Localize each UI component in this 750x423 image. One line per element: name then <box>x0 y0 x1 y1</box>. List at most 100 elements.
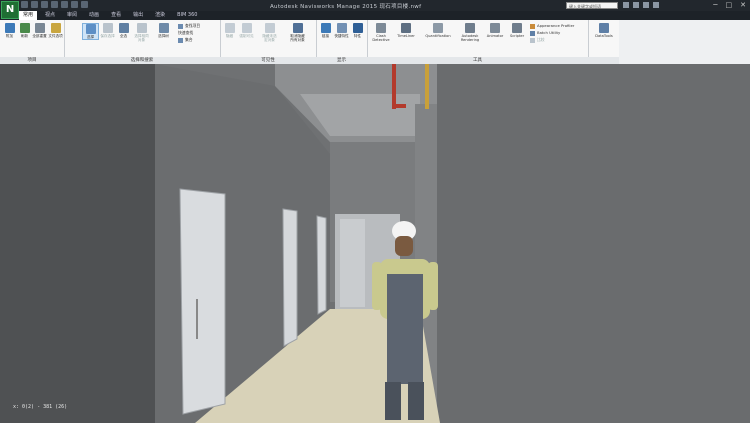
hide-button[interactable]: 隐藏 <box>222 23 237 38</box>
datatools-button[interactable]: DataTools <box>594 23 614 38</box>
coordinates-readout: x: 0(2) - 381 (26) <box>13 404 68 410</box>
tab-view[interactable]: 查看 <box>107 11 125 20</box>
ribbon: 附加 刷新 全部重置 文件选项 项目 选择 保存选择 全选 选择相同对象 选择树… <box>0 20 620 65</box>
clash-detective-icon <box>376 23 386 33</box>
panel-visibility: 隐藏 强制可见 隐藏未选定对象 取消隐藏所有对象 可见性 <box>220 20 317 64</box>
unhide-all-icon <box>292 23 303 33</box>
redo-icon[interactable] <box>61 1 68 8</box>
door-1 <box>179 188 226 415</box>
user-icon[interactable] <box>633 2 639 8</box>
application-button[interactable]: N <box>1 1 19 19</box>
selection-tree-button[interactable]: 选择树 <box>156 23 171 38</box>
print-icon[interactable] <box>41 1 48 8</box>
find-items-icon <box>178 23 183 29</box>
near-left-wall <box>0 64 155 423</box>
quantification-button[interactable]: Quantification <box>420 23 456 38</box>
red-pipe <box>392 64 396 109</box>
scripter-button[interactable]: Scripter <box>507 23 527 38</box>
properties-icon <box>352 23 363 33</box>
sets-icon <box>178 37 183 43</box>
animator-icon <box>490 23 500 33</box>
file-options-icon <box>50 23 61 33</box>
door-3 <box>316 215 327 315</box>
door-2 <box>282 208 298 347</box>
timeliner-button[interactable]: TimeLiner <box>394 23 418 38</box>
search-input[interactable]: 键入关键字或短语 <box>566 2 618 9</box>
title-bar: Autodesk Navisworks Manage 2015 现石项目楼.nw… <box>0 0 750 11</box>
select-button[interactable]: 选择 <box>82 23 99 41</box>
appearance-profiler-icon <box>530 23 535 29</box>
panel-tools: Clash Detective TimeLiner Quantification… <box>367 20 589 64</box>
quantification-icon <box>433 23 443 33</box>
refresh-button[interactable]: 刷新 <box>17 23 32 38</box>
refresh-icon <box>19 23 30 33</box>
timeliner-icon <box>401 23 411 33</box>
appearance-profiler-button[interactable]: Appearance Profiler <box>530 23 574 29</box>
autodesk-rendering-button[interactable]: Autodesk Rendering <box>457 23 483 42</box>
restore-icon[interactable]: □ <box>726 1 733 9</box>
viewport-3d[interactable]: x: 0(2) - 381 (26) <box>0 64 750 423</box>
open-icon[interactable] <box>21 1 28 8</box>
require-button[interactable]: 强制可见 <box>239 23 254 38</box>
tab-home[interactable]: 常用 <box>19 11 38 20</box>
select-all-button[interactable]: 全选 <box>116 23 131 38</box>
select-all-icon <box>118 23 129 33</box>
tab-review[interactable]: 审阅 <box>63 11 81 20</box>
window-controls: ─ □ ✕ <box>713 1 746 9</box>
panel-label-visibility: 可见性 <box>220 57 316 64</box>
far-door-leaf <box>340 219 365 307</box>
tab-viewpoint[interactable]: 视点 <box>41 11 59 20</box>
binoculars-icon[interactable] <box>623 2 629 8</box>
tab-animation[interactable]: 动画 <box>85 11 103 20</box>
unhide-all-button[interactable]: 取消隐藏所有对象 <box>290 23 305 42</box>
panel-select-search: 选择 保存选择 全选 选择相同对象 选择树 查找项目 快速查找 集合 选择和搜索 <box>64 20 221 64</box>
minimize-icon[interactable]: ─ <box>713 1 717 9</box>
tab-render[interactable]: 渲染 <box>151 11 169 20</box>
compare-icon <box>530 37 535 43</box>
quick-find-input[interactable]: 快速查找 <box>178 30 193 36</box>
link-icon <box>320 23 331 33</box>
panel-label-select-search: 选择和搜索 <box>64 57 220 64</box>
close-icon[interactable]: ✕ <box>740 1 746 9</box>
clash-detective-button[interactable]: Clash Detective <box>370 23 392 42</box>
sets-dropdown[interactable]: 集合 <box>178 37 193 43</box>
animator-button[interactable]: Animator <box>484 23 506 38</box>
reset-all-button[interactable]: 全部重置 <box>32 23 47 38</box>
batch-utility-icon <box>530 30 535 36</box>
file-options-button[interactable]: 文件选项 <box>48 23 63 38</box>
help-icon[interactable] <box>653 2 659 8</box>
tab-output[interactable]: 输出 <box>129 11 147 20</box>
ribbon-background <box>619 20 750 64</box>
batch-utility-button[interactable]: Batch Utility <box>530 30 560 36</box>
corridor-scene <box>0 64 750 423</box>
red-pipe-elbow <box>392 104 406 108</box>
panel-label-tools: 工具 <box>367 57 588 64</box>
append-button[interactable]: 附加 <box>2 23 17 38</box>
hide-unselected-icon <box>264 23 275 33</box>
window-title: Autodesk Navisworks Manage 2015 现石项目楼.nw… <box>270 4 422 10</box>
save-icon[interactable] <box>31 1 38 8</box>
compare-button[interactable]: 比较 <box>530 37 545 43</box>
select-same-button[interactable]: 选择相同对象 <box>134 23 149 42</box>
undo-icon[interactable] <box>51 1 58 8</box>
help-icons <box>623 2 659 8</box>
append-icon <box>4 23 15 33</box>
tab-bim360[interactable]: BIM 360 <box>173 11 201 20</box>
tree-icon <box>158 23 169 33</box>
hide-unselected-button[interactable]: 隐藏未选定对象 <box>262 23 277 42</box>
yellow-pipe <box>425 64 429 109</box>
links-button[interactable]: 链接 <box>318 23 333 38</box>
select-icon[interactable] <box>71 1 78 8</box>
select-same-icon <box>136 23 147 33</box>
exchange-icon[interactable] <box>643 2 649 8</box>
quick-properties-icon <box>336 23 347 33</box>
panel-label-datatools <box>588 57 619 64</box>
save-selection-button[interactable]: 保存选择 <box>100 23 115 38</box>
quick-access-toolbar <box>21 1 88 8</box>
panel-datatools: DataTools <box>588 20 620 64</box>
customize-icon[interactable] <box>81 1 88 8</box>
find-items-button[interactable]: 查找项目 <box>178 23 200 29</box>
properties-button[interactable]: 特性 <box>350 23 365 38</box>
quick-properties-button[interactable]: 快捷特性 <box>334 23 349 38</box>
hide-icon <box>224 23 235 33</box>
